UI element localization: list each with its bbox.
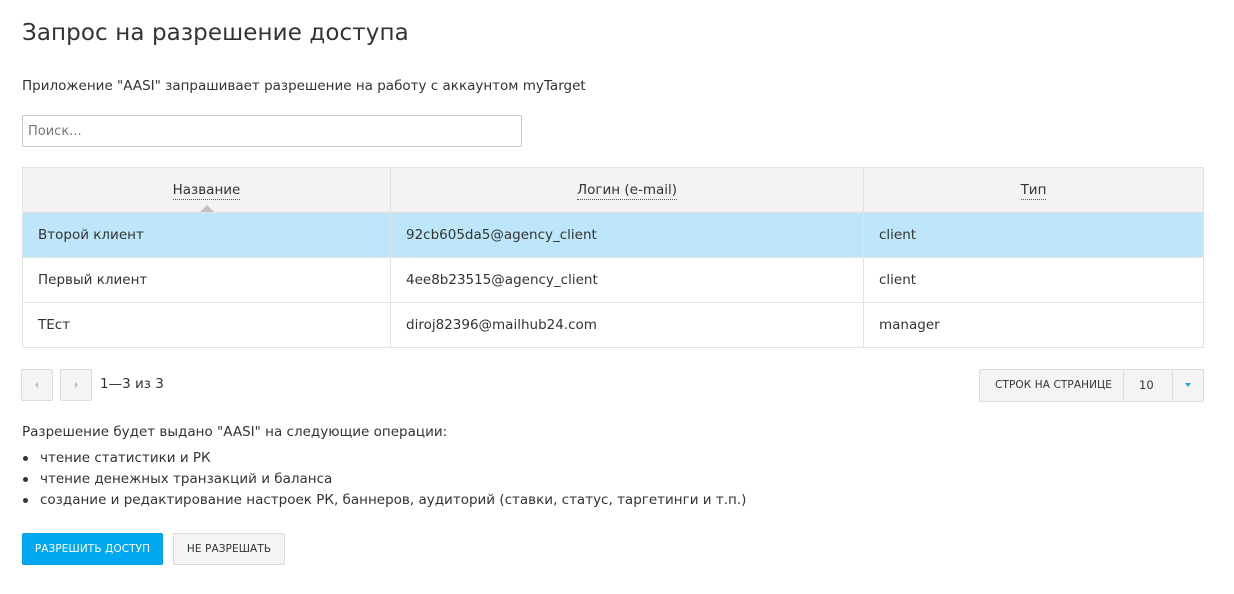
list-item: чтение статистики и РК: [22, 448, 746, 469]
column-header-label: Название: [172, 182, 241, 200]
list-item-label: чтение статистики и РК: [40, 450, 211, 466]
search-input[interactable]: [22, 115, 522, 147]
pagination-info: 1—3 из 3: [100, 376, 164, 392]
triangle-down-icon[interactable]: [1185, 383, 1191, 387]
rows-per-page-select[interactable]: СТРОК НА СТРАНИЦЕ 10: [979, 369, 1204, 402]
deny-access-button[interactable]: НЕ РАЗРЕШАТЬ: [173, 533, 285, 565]
cell-type: client: [863, 212, 1204, 258]
table-header-row: Название Логин (e-mail) Тип: [22, 167, 1204, 213]
cell-name: ТЕст: [22, 302, 391, 348]
cell-type: client: [863, 257, 1204, 303]
cell-name: Первый клиент: [22, 257, 391, 303]
list-item-label: создание и редактирование настроек РК, б…: [40, 492, 747, 508]
triangle-right-icon: [75, 382, 78, 388]
column-header-type[interactable]: Тип: [863, 167, 1204, 213]
list-item: создание и редактирование настроек РК, б…: [22, 490, 746, 511]
operations-title: Разрешение будет выдано "AASI" на следую…: [22, 424, 448, 440]
table-row[interactable]: Первый клиент 4ee8b23515@agency_client c…: [22, 257, 1204, 303]
divider: [1172, 370, 1173, 401]
sort-ascending-icon: [199, 205, 214, 212]
cell-login: diroj82396@mailhub24.com: [390, 302, 864, 348]
page-title: Запрос на разрешение доступа: [22, 20, 409, 46]
table-row[interactable]: ТЕст diroj82396@mailhub24.com manager: [22, 302, 1204, 348]
cell-login: 92cb605da5@agency_client: [390, 212, 864, 258]
table-row[interactable]: Второй клиент 92cb605da5@agency_client c…: [22, 212, 1204, 258]
column-header-login[interactable]: Логин (e-mail): [390, 167, 864, 213]
accounts-table: Название Логин (e-mail) Тип Второй клиен…: [22, 167, 1204, 348]
cell-login: 4ee8b23515@agency_client: [390, 257, 864, 303]
column-header-label: Тип: [1020, 182, 1047, 200]
cell-type: manager: [863, 302, 1204, 348]
bullet-icon: [23, 456, 28, 461]
bullet-icon: [23, 498, 28, 503]
rows-per-page-label: СТРОК НА СТРАНИЦЕ: [995, 379, 1113, 391]
list-item-label: чтение денежных транзакций и баланса: [40, 471, 333, 487]
column-header-name[interactable]: Название: [22, 167, 391, 213]
page-subtitle: Приложение "AASI" запрашивает разрешение…: [22, 78, 586, 94]
access-request-page: Запрос на разрешение доступа Приложение …: [0, 0, 1234, 594]
divider: [1123, 370, 1124, 401]
next-page-button[interactable]: [60, 369, 92, 401]
column-header-label: Логин (e-mail): [576, 182, 678, 200]
bullet-icon: [23, 477, 28, 482]
triangle-left-icon: [35, 382, 38, 388]
rows-per-page-value: 10: [1139, 378, 1154, 392]
operations-list: чтение статистики и РК чтение денежных т…: [22, 448, 746, 511]
cell-name: Второй клиент: [22, 212, 391, 258]
allow-access-button[interactable]: РАЗРЕШИТЬ ДОСТУП: [22, 533, 163, 565]
prev-page-button[interactable]: [21, 369, 53, 401]
list-item: чтение денежных транзакций и баланса: [22, 469, 746, 490]
